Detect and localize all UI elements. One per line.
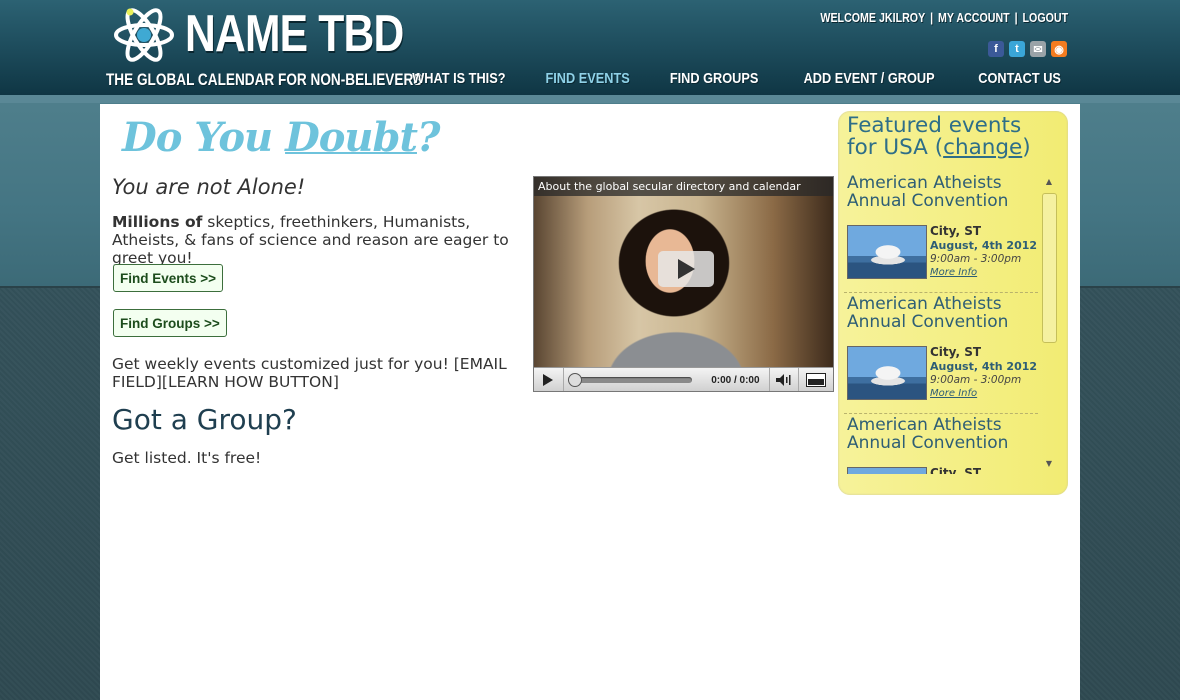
video-player[interactable]: About the global secular directory and c… [533,176,834,392]
event-date: August, 4th 2012 [930,360,1038,373]
find-events-button[interactable]: Find Events >> [113,264,224,292]
facebook-icon[interactable]: f [988,41,1004,57]
scrollbar-thumb[interactable] [1042,193,1057,343]
fullscreen-icon [806,373,827,387]
atom-logo-icon[interactable] [112,6,176,64]
site-header: NAME TBD THE GLOBAL CALENDAR FOR NON-BEL… [0,0,1180,103]
welcome-link[interactable]: WELCOME JKILROY [820,10,925,25]
rss-icon[interactable]: ◉ [1051,41,1067,57]
find-groups-button[interactable]: Find Groups >> [113,309,227,337]
video-caption: About the global secular directory and c… [534,177,833,196]
event-title[interactable]: American Atheists Annual Convention [847,416,1038,452]
fullscreen-button[interactable] [799,368,833,391]
site-title[interactable]: NAME TBD [185,4,404,64]
nav-contact-us[interactable]: CONTACT US [978,70,1061,87]
event-city: City, ST [930,466,982,474]
featured-events-list: American Atheists Annual Convention City… [844,172,1044,474]
progress-handle[interactable] [567,373,582,387]
hero-title-mark: ? [416,114,440,161]
separator: | [930,10,933,25]
event-item[interactable]: American Atheists Annual Convention City… [844,414,1038,474]
play-icon [678,259,695,279]
weekly-events-text: Get weekly events customized just for yo… [112,355,507,391]
featured-events-title: Featured events for USA (change) [847,115,1057,159]
site-tagline: THE GLOBAL CALENDAR FOR NON-BELIEVERS [106,70,423,89]
event-time: 9:00am - 3:00pm [930,253,1022,265]
user-links: WELCOME JKILROY | MY ACCOUNT | LOGOUT [820,10,1068,25]
hero-title-doubt: Doubt [285,114,418,161]
event-more-info-link[interactable]: More Info [930,388,977,399]
event-thumbnail[interactable] [847,225,927,279]
video-progress-bar[interactable] [567,373,692,387]
event-thumbnail[interactable] [847,346,927,400]
hero-subtitle: You are not Alone! [112,175,306,199]
volume-icon [776,374,791,386]
separator: | [1014,10,1018,25]
nav-add-event-group[interactable]: ADD EVENT / GROUP [803,70,934,87]
nav-what-is-this[interactable]: WHAT IS THIS? [412,70,505,87]
play-icon [543,374,554,386]
play-overlay-button[interactable] [658,251,714,287]
video-controls: 0:00 / 0:00 [534,367,833,391]
email-icon[interactable]: ✉ [1030,41,1046,57]
volume-button[interactable] [768,368,800,391]
hero-title-part: Do You [122,114,286,161]
nav-find-groups[interactable]: FIND GROUPS [670,70,759,87]
my-account-link[interactable]: MY ACCOUNT [938,10,1010,25]
events-scrollbar[interactable]: ▲ ▼ [1041,178,1057,468]
event-city: City, ST [930,345,982,359]
nav-find-events[interactable]: FIND EVENTS [546,70,630,87]
event-thumbnail[interactable] [847,467,927,474]
group-heading: Got a Group? [112,403,297,436]
event-city: City, ST [930,224,982,238]
scroll-down-arrow-icon[interactable]: ▼ [1045,460,1053,468]
event-item[interactable]: American Atheists Annual Convention City… [844,293,1038,414]
group-subtext: Get listed. It's free! [112,449,262,467]
featured-title-suffix: ) [1022,135,1031,160]
hero-title: Do You Doubt? [122,114,440,161]
event-date: August, 4th 2012 [930,239,1038,252]
video-time: 0:00 / 0:00 [711,374,760,386]
change-country-link[interactable]: change [943,135,1022,160]
hero-description: Millions of skeptics, freethinkers, Huma… [112,213,527,267]
twitter-icon[interactable]: t [1009,41,1025,57]
social-icons: f t ✉ ◉ [988,41,1067,57]
event-more-info-link[interactable]: More Info [930,267,977,278]
millions-bold: Millions of [112,213,203,231]
logout-link[interactable]: LOGOUT [1022,10,1068,25]
main-nav: WHAT IS THIS? FIND EVENTS FIND GROUPS AD… [404,70,1069,87]
play-button[interactable] [534,368,564,391]
event-time: 9:00am - 3:00pm [930,374,1022,386]
event-item[interactable]: American Atheists Annual Convention City… [844,172,1038,293]
scroll-up-arrow-icon[interactable]: ▲ [1045,178,1053,186]
event-title[interactable]: American Atheists Annual Convention [847,174,1038,210]
event-title[interactable]: American Atheists Annual Convention [847,295,1038,331]
